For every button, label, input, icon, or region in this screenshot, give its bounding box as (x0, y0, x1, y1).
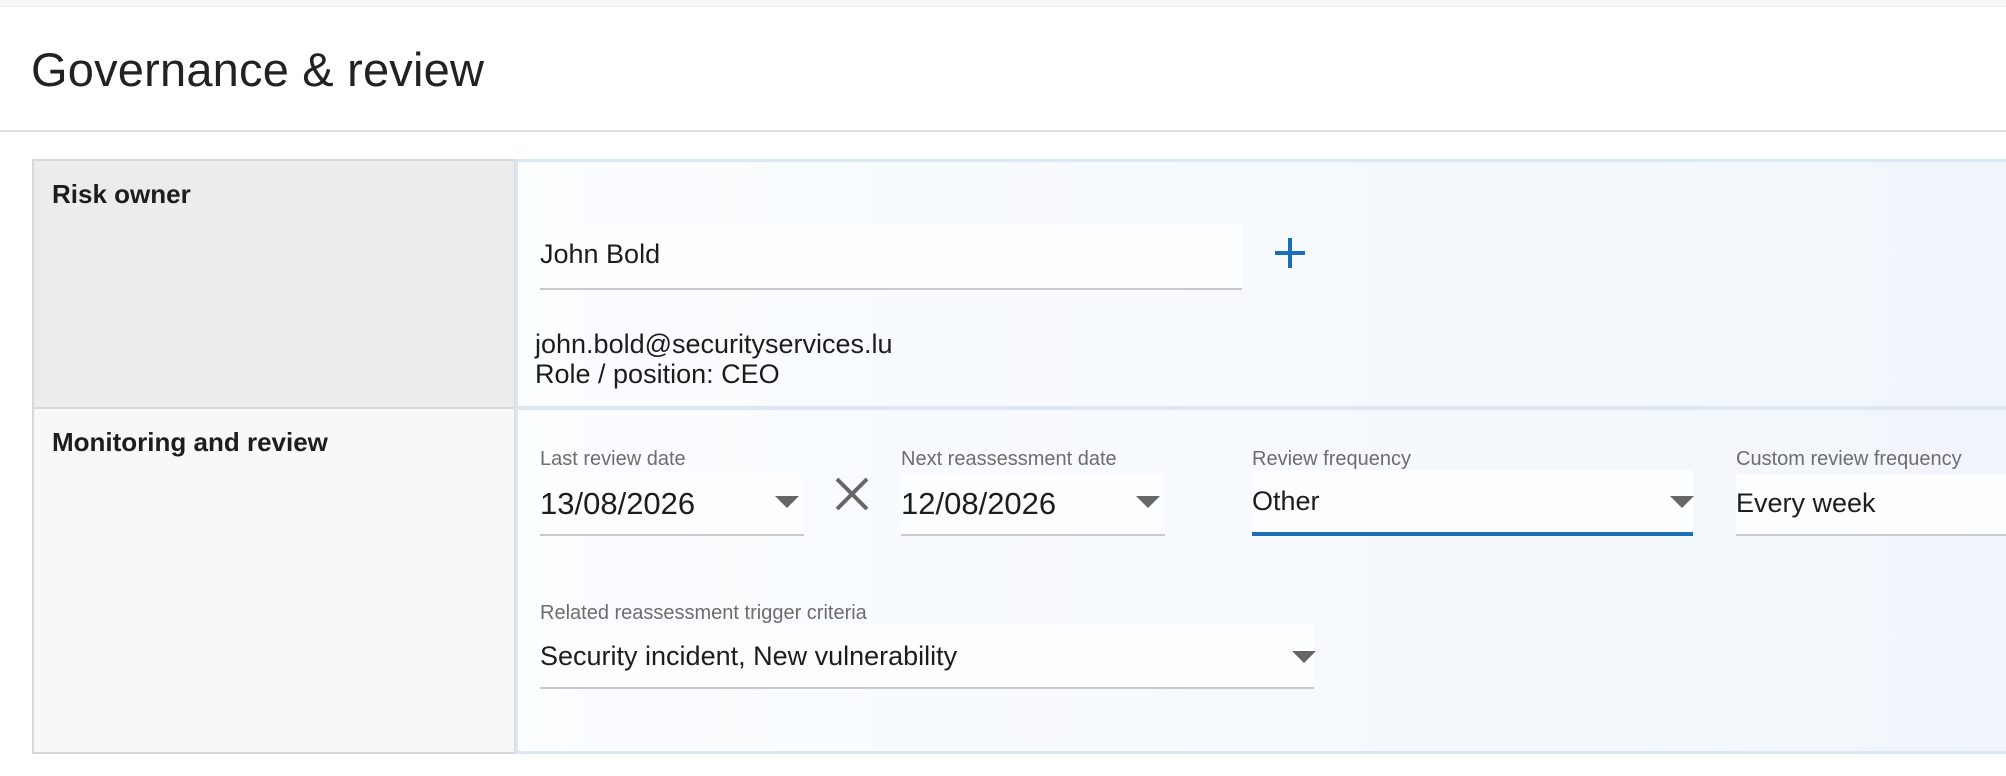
custom-frequency-input[interactable]: Every week (1736, 474, 2006, 536)
monitoring-label: Monitoring and review (52, 427, 328, 457)
top-strip (0, 0, 2006, 7)
last-review-value: 13/08/2026 (540, 486, 696, 521)
trigger-criteria-value: Security incident, New vulnerability (540, 641, 958, 671)
clear-date-button[interactable] (834, 476, 870, 512)
review-frequency-select[interactable]: Other (1252, 470, 1694, 536)
last-review-date-picker[interactable]: 13/08/2026 (540, 474, 804, 536)
next-reassessment-value: 12/08/2026 (901, 486, 1057, 521)
risk-owner-label: Risk owner (52, 179, 191, 209)
page-title: Governance & review (31, 43, 485, 96)
risk-owner-input[interactable]: John Bold (540, 225, 1242, 290)
close-icon (835, 477, 869, 511)
add-owner-button[interactable] (1270, 233, 1310, 273)
custom-frequency-label: Custom review frequency (1736, 448, 1962, 470)
chevron-down-icon (1292, 651, 1316, 663)
trigger-criteria-select[interactable]: Security incident, New vulnerability (540, 625, 1316, 689)
chevron-down-icon (775, 496, 799, 508)
governance-page: Governance & review Risk owner John Bold… (0, 0, 2006, 776)
monitoring-label-cell: Monitoring and review (32, 407, 516, 754)
header-divider (0, 130, 2006, 132)
review-frequency-label: Review frequency (1252, 448, 1411, 470)
trigger-criteria-label: Related reassessment trigger criteria (540, 602, 867, 624)
chevron-down-icon (1136, 496, 1160, 508)
risk-owner-label-cell: Risk owner (32, 159, 516, 409)
custom-frequency-value: Every week (1736, 488, 1876, 518)
next-reassessment-date-picker[interactable]: 12/08/2026 (901, 474, 1165, 536)
plus-icon (1275, 238, 1305, 268)
risk-owner-value: John Bold (540, 239, 661, 269)
last-review-label: Last review date (540, 448, 686, 470)
review-frequency-value: Other (1252, 486, 1320, 516)
owner-role: Role / position: CEO (535, 359, 780, 389)
next-reassessment-label: Next reassessment date (901, 448, 1117, 470)
owner-email: john.bold@securityservices.lu (535, 329, 893, 359)
chevron-down-icon (1670, 496, 1694, 508)
